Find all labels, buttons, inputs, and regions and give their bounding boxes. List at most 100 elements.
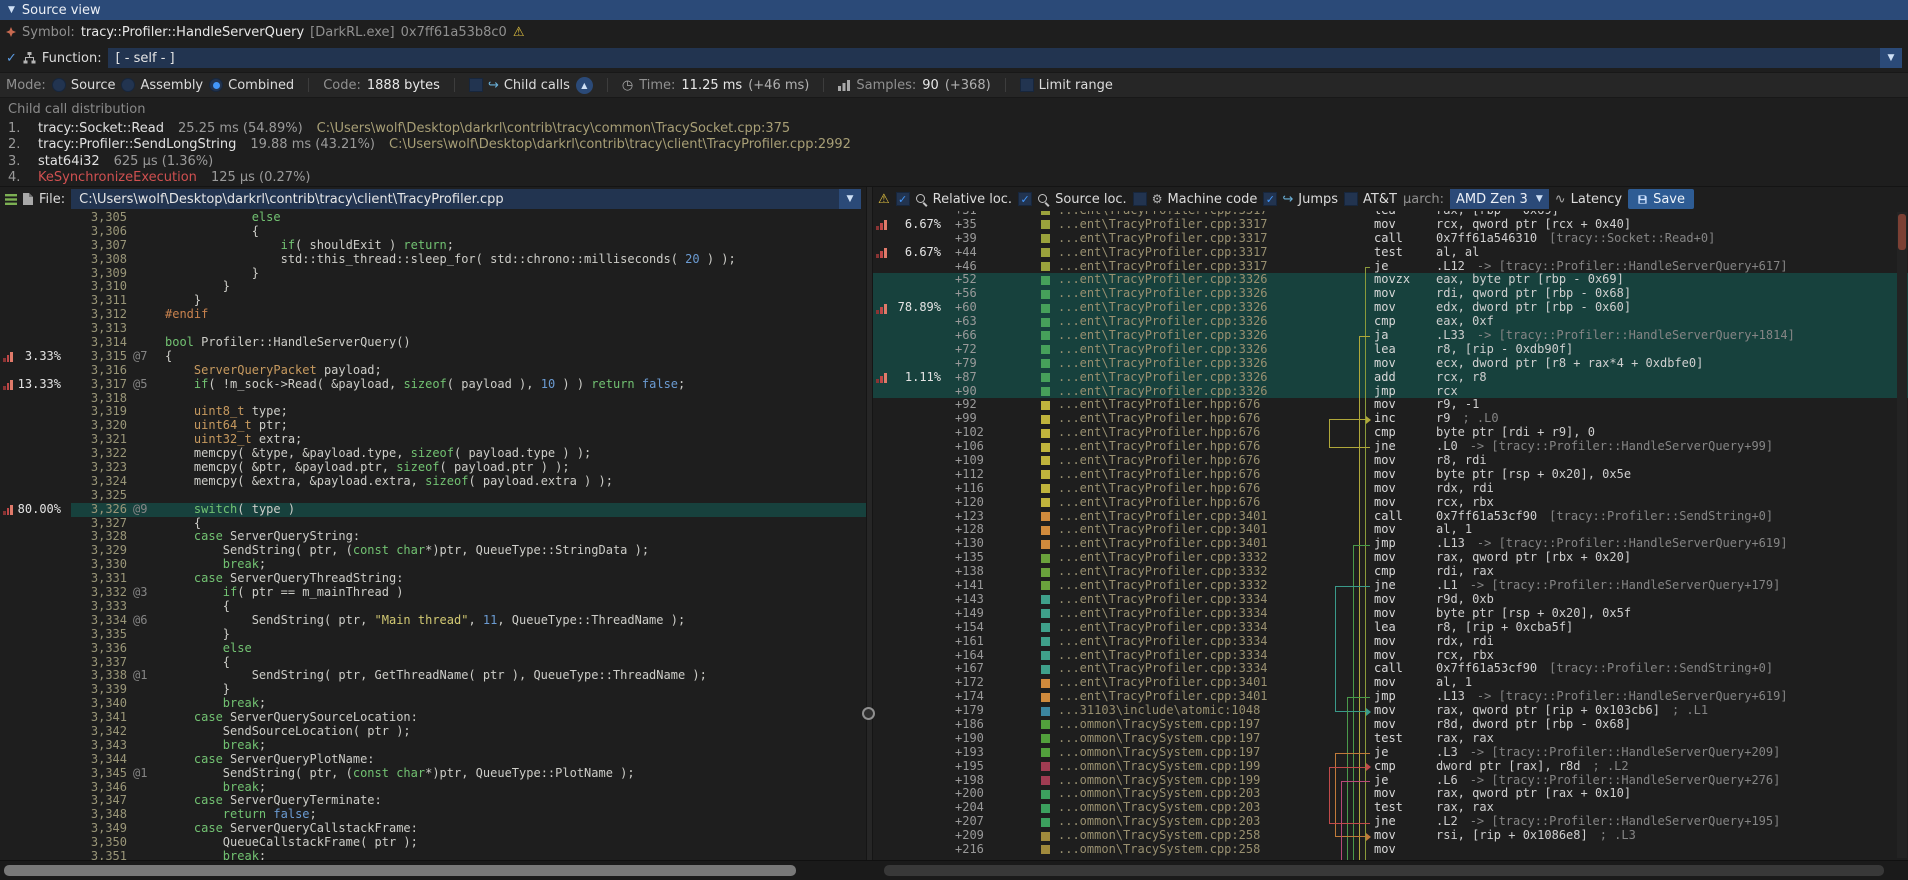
source-line[interactable]: 3,327 { (0, 517, 866, 531)
source-line[interactable]: 3,340 break; (0, 697, 866, 711)
source-hscroll-thumb[interactable] (4, 865, 796, 876)
source-line[interactable]: 3,314bool Profiler::HandleServerQuery() (0, 336, 866, 350)
asm-line[interactable]: +123...ent\TracyProfiler.cpp:3401call0x7… (873, 510, 1908, 524)
source-line[interactable]: 3,342 SendSourceLocation( ptr ); (0, 725, 866, 739)
asm-line[interactable]: +198...ommon\TracySystem.cpp:199je.L6-> … (873, 774, 1908, 788)
asm-source-location[interactable]: ...ent\TracyProfiler.cpp:3334 (1058, 621, 1326, 635)
source-line[interactable]: 3,338@1 SendString( ptr, GetThreadName( … (0, 669, 866, 683)
source-line[interactable]: 3,308 std::this_thread::sleep_for( std::… (0, 253, 866, 267)
asm-line[interactable]: +190...ommon\TracySystem.cpp:197testrax,… (873, 732, 1908, 746)
source-line[interactable]: 3,325 (0, 489, 866, 503)
asm-line[interactable]: +167...ent\TracyProfiler.cpp:3334call0x7… (873, 662, 1908, 676)
asm-source-location[interactable]: ...ent\TracyProfiler.hpp:676 (1058, 412, 1326, 426)
source-line[interactable]: 3,306 { (0, 225, 866, 239)
source-line[interactable]: 3,310 } (0, 280, 866, 294)
source-line[interactable]: 3,337 { (0, 656, 866, 670)
asm-line[interactable]: +56...ent\TracyProfiler.cpp:3326movrdi, … (873, 287, 1908, 301)
source-line[interactable]: 3,350 QueueCallstackFrame( ptr ); (0, 836, 866, 850)
asm-source-location[interactable]: ...ent\TracyProfiler.hpp:676 (1058, 468, 1326, 482)
asm-source-location[interactable]: ...ent\TracyProfiler.cpp:3401 (1058, 537, 1326, 551)
asm-source-location[interactable]: ...ent\TracyProfiler.cpp:3326 (1058, 371, 1326, 385)
asm-line[interactable]: +164...ent\TracyProfiler.cpp:3334movrcx,… (873, 649, 1908, 663)
asm-source-location[interactable]: ...ent\TracyProfiler.hpp:676 (1058, 398, 1326, 412)
source-loc-checkbox[interactable] (1018, 192, 1032, 206)
asm-line[interactable]: +128...ent\TracyProfiler.cpp:3401moval, … (873, 523, 1908, 537)
source-line[interactable]: 3,336 else (0, 642, 866, 656)
asm-line[interactable]: 6.67%+44...ent\TracyProfiler.cpp:3317tes… (873, 246, 1908, 260)
latency-button[interactable]: ∿ Latency (1555, 192, 1622, 207)
source-line[interactable]: 3,349 case ServerQueryCallstackFrame: (0, 822, 866, 836)
source-line[interactable]: 3,351 break; (0, 850, 866, 860)
asm-line[interactable]: +193...ommon\TracySystem.cpp:197je.L3-> … (873, 746, 1908, 760)
att-syntax-toggle[interactable]: AT&T (1344, 192, 1397, 207)
child-call-entry[interactable]: 2.tracy::Profiler::SendLongString19.88 m… (0, 137, 1908, 154)
uarch-combo[interactable]: AMD Zen 3 ▼ (1450, 189, 1549, 209)
asm-line[interactable]: +79...ent\TracyProfiler.cpp:3326movecx, … (873, 357, 1908, 371)
asm-line[interactable]: +46...ent\TracyProfiler.cpp:3317je.L12->… (873, 260, 1908, 274)
source-line[interactable]: 3,335 } (0, 628, 866, 642)
pane-divider[interactable] (866, 187, 873, 860)
source-line[interactable]: 3,331 case ServerQueryThreadString: (0, 572, 866, 586)
check-icon[interactable]: ✓ (6, 51, 17, 66)
function-combo-arrow[interactable]: ▼ (1880, 48, 1902, 68)
asm-line[interactable]: +149...ent\TracyProfiler.cpp:3334movbyte… (873, 607, 1908, 621)
asm-source-location[interactable]: ...ent\TracyProfiler.cpp:3334 (1058, 593, 1326, 607)
asm-source-location[interactable]: ...ent\TracyProfiler.cpp:3317 (1058, 246, 1326, 260)
source-line[interactable]: 3,311 } (0, 294, 866, 308)
asm-line[interactable]: +186...ommon\TracySystem.cpp:197movr8d, … (873, 718, 1908, 732)
source-line[interactable]: 3,320 uint64_t ptr; (0, 419, 866, 433)
file-combo[interactable]: C:\Users\wolf\Desktop\darkrl\contrib\tra… (71, 189, 861, 209)
asm-source-location[interactable]: ...ent\TracyProfiler.cpp:3317 (1058, 260, 1326, 274)
source-line[interactable]: 3,324 memcpy( &extra, &payload.extra, si… (0, 475, 866, 489)
asm-line[interactable]: +204...ommon\TracySystem.cpp:203testrax,… (873, 801, 1908, 815)
source-line[interactable]: 3,330 break; (0, 558, 866, 572)
asm-line[interactable]: +143...ent\TracyProfiler.cpp:3334movr9d,… (873, 593, 1908, 607)
asm-source-location[interactable]: ...ent\TracyProfiler.cpp:3326 (1058, 315, 1326, 329)
source-line[interactable]: 3,309 } (0, 267, 866, 281)
source-line[interactable]: 3,346 break; (0, 781, 866, 795)
asm-line[interactable]: 1.11%+87...ent\TracyProfiler.cpp:3326add… (873, 371, 1908, 385)
asm-source-location[interactable]: ...ommon\TracySystem.cpp:203 (1058, 801, 1326, 815)
asm-source-location[interactable]: ...ent\TracyProfiler.hpp:676 (1058, 454, 1326, 468)
machine-code-checkbox[interactable] (1133, 192, 1147, 206)
asm-line[interactable]: +172...ent\TracyProfiler.cpp:3401moval, … (873, 676, 1908, 690)
mode-option-source[interactable]: Source (52, 78, 116, 93)
source-line[interactable]: 3,312#endif (0, 308, 866, 322)
source-line[interactable]: 80.00%3,326@9 switch( type ) (0, 503, 866, 517)
source-line[interactable]: 3,339 } (0, 683, 866, 697)
source-line[interactable]: 3,348 return false; (0, 808, 866, 822)
asm-source-location[interactable]: ...ommon\TracySystem.cpp:258 (1058, 829, 1326, 843)
asm-source-location[interactable]: ...ommon\TracySystem.cpp:199 (1058, 774, 1326, 788)
asm-source-location[interactable]: ...ommon\TracySystem.cpp:197 (1058, 732, 1326, 746)
source-line[interactable]: 3,344 case ServerQueryPlotName: (0, 753, 866, 767)
asm-line[interactable]: 6.67%+35...ent\TracyProfiler.cpp:3317mov… (873, 218, 1908, 232)
mode-option-combined[interactable]: Combined (209, 78, 294, 93)
asm-source-location[interactable]: ...ent\TracyProfiler.cpp:3332 (1058, 565, 1326, 579)
horizontal-scrollbar[interactable] (0, 860, 1908, 880)
asm-source-location[interactable]: ...ent\TracyProfiler.cpp:3326 (1058, 301, 1326, 315)
asm-line[interactable]: +138...ent\TracyProfiler.cpp:3332cmprdi,… (873, 565, 1908, 579)
source-line[interactable]: 3,345@1 SendString( ptr, (const char*)pt… (0, 767, 866, 781)
asm-line[interactable]: +112...ent\TracyProfiler.hpp:676movbyte … (873, 468, 1908, 482)
asm-line[interactable]: +209...ommon\TracySystem.cpp:258movrsi, … (873, 829, 1908, 843)
function-combo[interactable]: [ - self - ] ▼ (108, 48, 1902, 68)
source-line[interactable]: 3,347 case ServerQueryTerminate: (0, 794, 866, 808)
source-line[interactable]: 3,322 memcpy( &type, &payload.type, size… (0, 447, 866, 461)
asm-line[interactable]: +116...ent\TracyProfiler.hpp:676movrdx, … (873, 482, 1908, 496)
machine-code-toggle[interactable]: ⚙ Machine code (1133, 192, 1258, 207)
source-line[interactable]: 3,334@6 SendString( ptr, "Main thread", … (0, 614, 866, 628)
source-line[interactable]: 3,341 case ServerQuerySourceLocation: (0, 711, 866, 725)
source-line[interactable]: 3,313 (0, 322, 866, 336)
asm-source-location[interactable]: ...ent\TracyProfiler.hpp:676 (1058, 426, 1326, 440)
asm-source-location[interactable]: ...ent\TracyProfiler.cpp:3326 (1058, 385, 1326, 399)
source-line[interactable]: 3,343 break; (0, 739, 866, 753)
asm-source-location[interactable]: ...ent\TracyProfiler.cpp:3317 (1058, 218, 1326, 232)
asm-source-location[interactable]: ...ent\TracyProfiler.hpp:676 (1058, 482, 1326, 496)
source-line[interactable]: 13.33%3,317@5 if( !m_sock->Read( &payloa… (0, 378, 866, 392)
asm-source-location[interactable]: ...ent\TracyProfiler.cpp:3334 (1058, 607, 1326, 621)
asm-line[interactable]: +106...ent\TracyProfiler.hpp:676jne.L0->… (873, 440, 1908, 454)
asm-source-location[interactable]: ...ommon\TracySystem.cpp:197 (1058, 746, 1326, 760)
asm-source-location[interactable]: ...ent\TracyProfiler.cpp:3317 (1058, 232, 1326, 246)
source-line[interactable]: 3,323 memcpy( &ptr, &payload.ptr, sizeof… (0, 461, 866, 475)
asm-line[interactable]: 78.89%+60...ent\TracyProfiler.cpp:3326mo… (873, 301, 1908, 315)
